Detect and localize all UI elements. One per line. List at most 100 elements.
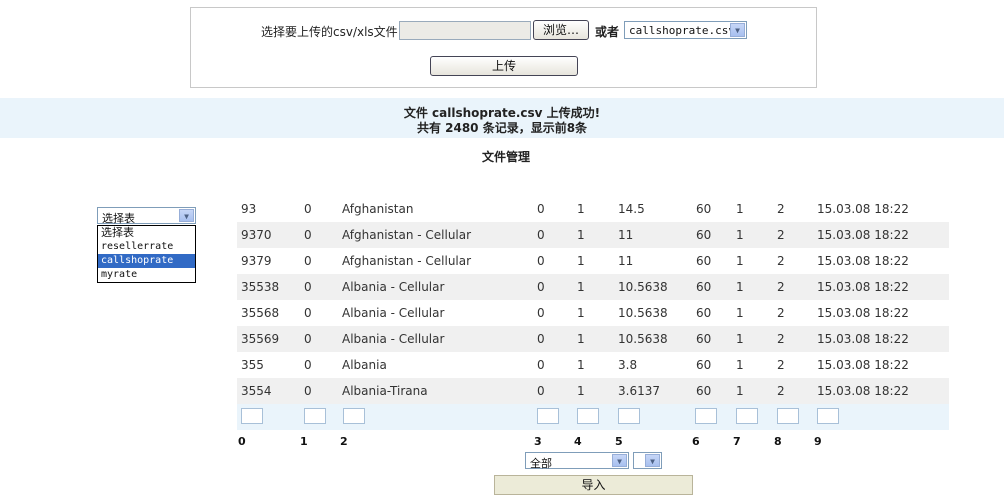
table-cell: 15.03.08 18:22	[817, 358, 909, 372]
table-cell: 1	[577, 202, 585, 216]
table-cell: 1	[577, 358, 585, 372]
table-cell: 0	[304, 228, 312, 242]
table-cell: 1	[736, 384, 744, 398]
table-cell: 0	[537, 202, 545, 216]
table-cell: 1	[577, 306, 585, 320]
dropdown-option[interactable]: myrate	[98, 268, 195, 282]
table-select-dropdown: 选择表 resellerrate callshoprate myrate	[97, 225, 196, 283]
column-index: 6	[692, 435, 700, 448]
table-cell: 60	[696, 202, 712, 216]
table-cell: 1	[736, 280, 744, 294]
table-cell: 11	[618, 228, 634, 242]
column-input[interactable]	[343, 408, 365, 424]
table-select[interactable]: 选择表 ▼	[97, 207, 196, 225]
table-cell: Albania-Tirana	[342, 384, 428, 398]
table-cell: 10.5638	[618, 306, 668, 320]
column-input[interactable]	[618, 408, 640, 424]
dropdown-option-selected[interactable]: callshoprate	[98, 254, 195, 268]
column-index: 7	[733, 435, 741, 448]
column-input[interactable]	[777, 408, 799, 424]
table-cell: 2	[777, 202, 785, 216]
table-cell: 1	[736, 306, 744, 320]
table-cell: 14.5	[618, 202, 645, 216]
table-cell: 15.03.08 18:22	[817, 254, 909, 268]
table-cell: 355	[241, 358, 264, 372]
table-cell: 1	[577, 254, 585, 268]
record-count-message: 共有 2480 条记录，显示前8条	[416, 121, 588, 135]
column-input-row	[237, 404, 949, 430]
table-cell: 1	[577, 280, 585, 294]
table-cell: 1	[577, 228, 585, 242]
table-cell: 60	[696, 254, 712, 268]
column-index: 5	[615, 435, 623, 448]
table-cell: 2	[777, 280, 785, 294]
table-cell: 0	[537, 254, 545, 268]
table-cell: 10.5638	[618, 280, 668, 294]
table-cell: 11	[618, 254, 634, 268]
table-row: 35568 0 Albania - Cellular 0 1 10.5638 6…	[237, 300, 949, 326]
table-cell: Albania - Cellular	[342, 306, 445, 320]
dropdown-option[interactable]: 选择表	[98, 226, 195, 240]
column-index: 9	[814, 435, 822, 448]
table-cell: 1	[736, 358, 744, 372]
table-cell: 1	[736, 332, 744, 346]
upload-panel: 选择要上传的csv/xls文件: 浏览… 或者 callshoprate.csv…	[190, 7, 817, 88]
column-index: 1	[300, 435, 308, 448]
column-input[interactable]	[241, 408, 263, 424]
column-index: 0	[238, 435, 246, 448]
table-cell: 15.03.08 18:22	[817, 228, 909, 242]
table-cell: 2	[777, 306, 785, 320]
table-cell: 60	[696, 228, 712, 242]
table-cell: 0	[304, 280, 312, 294]
table-cell: 1	[736, 228, 744, 242]
table-row: 9370 0 Afghanistan - Cellular 0 1 11 60 …	[237, 222, 949, 248]
column-input[interactable]	[577, 408, 599, 424]
dropdown-option[interactable]: resellerrate	[98, 240, 195, 254]
table-cell: 3.8	[618, 358, 638, 372]
table-cell: 0	[537, 306, 545, 320]
existing-file-select[interactable]: callshoprate.csv ▼	[624, 21, 747, 39]
table-row: 355 0 Albania 0 1 3.8 60 1 2 15.03.08 18…	[237, 352, 949, 378]
chevron-down-icon: ▼	[730, 23, 745, 37]
browse-button[interactable]: 浏览…	[533, 20, 589, 40]
table-cell: Albania - Cellular	[342, 332, 445, 346]
table-cell: 35568	[241, 306, 280, 320]
table-cell: 1	[577, 384, 585, 398]
column-index: 8	[774, 435, 782, 448]
table-cell: 0	[304, 384, 312, 398]
table-cell: 10.5638	[618, 332, 668, 346]
column-input[interactable]	[304, 408, 326, 424]
table-cell: Albania	[342, 358, 387, 372]
table-cell: 60	[696, 332, 712, 346]
table-cell: 0	[537, 384, 545, 398]
table-cell: 2	[777, 254, 785, 268]
chevron-down-icon: ▼	[612, 454, 627, 467]
import-button[interactable]: 导入	[494, 475, 693, 495]
column-input[interactable]	[695, 408, 717, 424]
file-path-input[interactable]	[399, 21, 531, 40]
table-cell: 0	[537, 228, 545, 242]
table-cell: Afghanistan - Cellular	[342, 228, 472, 242]
table-cell: 0	[304, 332, 312, 346]
table-cell: Albania - Cellular	[342, 280, 445, 294]
column-input[interactable]	[537, 408, 559, 424]
table-cell: Afghanistan - Cellular	[342, 254, 472, 268]
table-cell: 1	[736, 254, 744, 268]
table-cell: 0	[304, 254, 312, 268]
upload-row: 选择要上传的csv/xls文件: 浏览… 或者 callshoprate.csv…	[191, 20, 816, 41]
column-input[interactable]	[817, 408, 839, 424]
scope-select[interactable]: 全部 ▼	[525, 452, 629, 470]
table-cell: 35569	[241, 332, 280, 346]
table-cell: 0	[304, 358, 312, 372]
table-cell: 9379	[241, 254, 272, 268]
table-cell: 0	[304, 306, 312, 320]
table-cell: 3554	[241, 384, 272, 398]
chevron-down-icon: ▼	[179, 209, 194, 222]
upload-button[interactable]: 上传	[430, 56, 578, 76]
table-cell: 93	[241, 202, 257, 216]
table-cell: 60	[696, 384, 712, 398]
table-cell: 15.03.08 18:22	[817, 202, 909, 216]
column-input[interactable]	[736, 408, 758, 424]
option-select[interactable]: ▼	[633, 452, 662, 469]
table-cell: 15.03.08 18:22	[817, 332, 909, 346]
